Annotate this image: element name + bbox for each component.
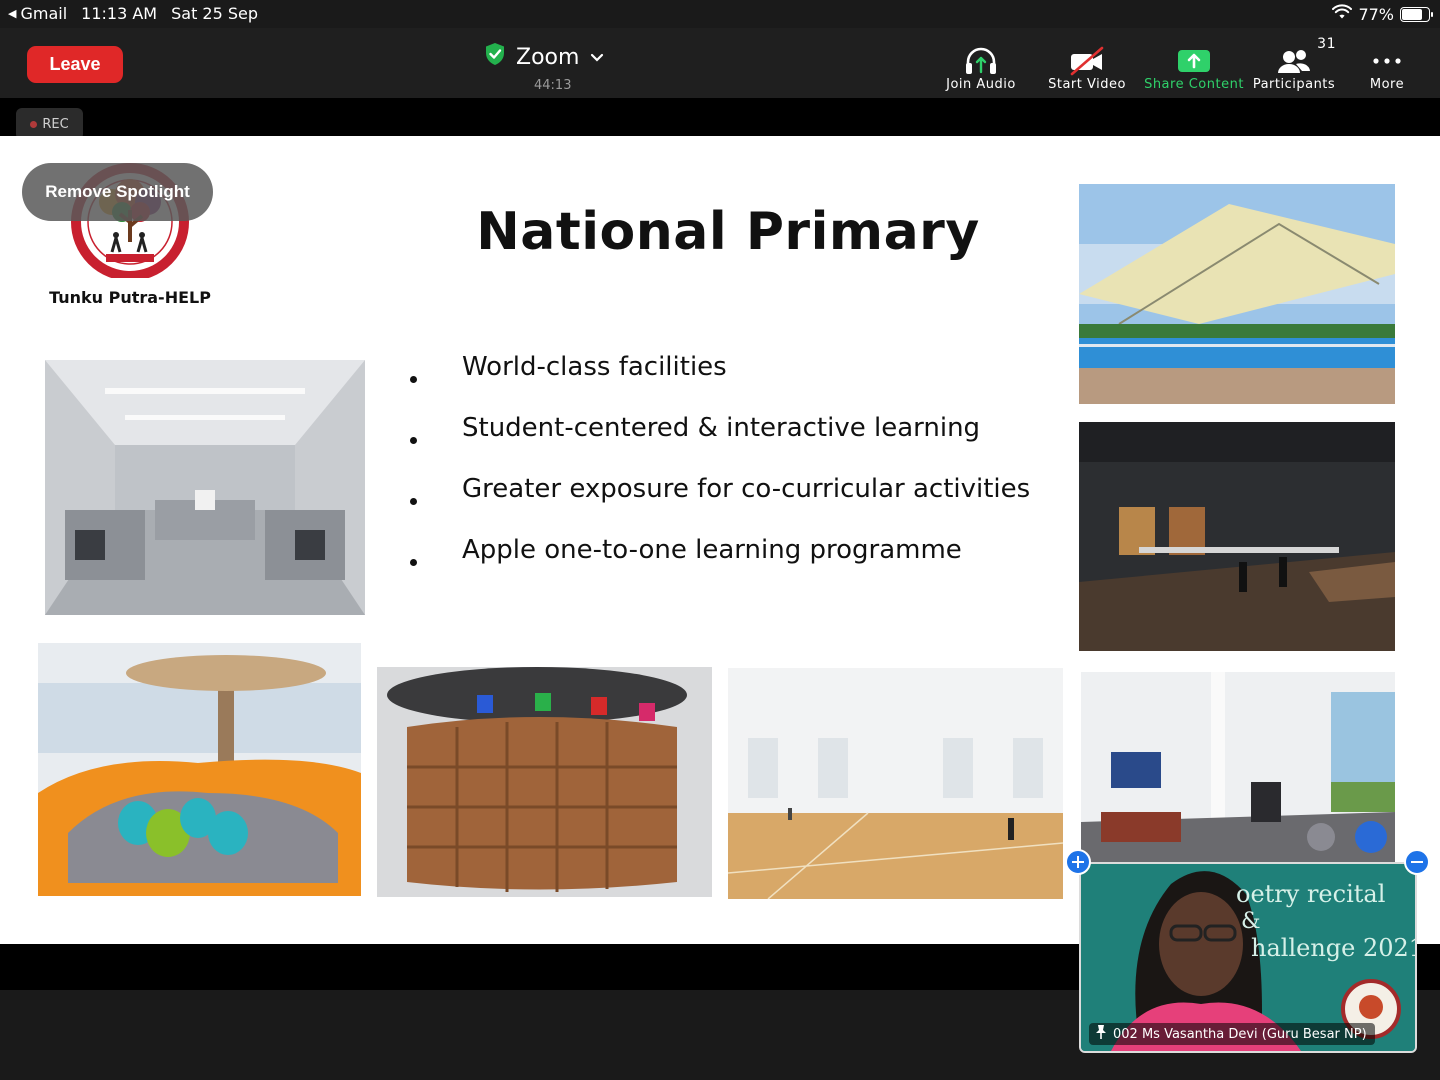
kitchen-lab-photo <box>45 360 365 615</box>
start-video-button[interactable]: Start Video <box>1044 38 1130 92</box>
battery-percent: 77% <box>1358 4 1394 24</box>
pin-icon <box>1095 1024 1107 1044</box>
meeting-info-dropdown[interactable]: Zoom <box>484 42 605 72</box>
gym-photo <box>1081 672 1395 862</box>
join-audio-button[interactable]: Join Audio <box>940 38 1022 92</box>
plus-icon <box>1072 856 1084 868</box>
back-app-label: Gmail <box>20 4 68 23</box>
enlarge-tile-button[interactable] <box>1065 849 1091 875</box>
more-dots-icon <box>1372 45 1402 77</box>
share-screen-icon <box>1177 45 1211 77</box>
headphones-icon <box>963 45 999 77</box>
join-audio-label: Join Audio <box>946 77 1016 92</box>
school-name: Tunku Putra-HELP <box>49 288 211 307</box>
more-label: More <box>1369 77 1405 92</box>
auditorium-photo <box>1079 422 1395 651</box>
participants-button[interactable]: 31 Participants <box>1250 36 1338 92</box>
participants-label: Participants <box>1252 77 1336 92</box>
meeting-title: Zoom <box>516 44 580 70</box>
library-shelves-photo <box>377 667 712 897</box>
participants-icon <box>1276 45 1312 77</box>
chevron-down-icon <box>589 45 605 70</box>
share-content-label: Share Content <box>1144 77 1244 92</box>
bullet-item: Greater exposure for co-curricular activ… <box>404 474 1030 535</box>
wifi-icon <box>1332 4 1353 24</box>
start-video-label: Start Video <box>1048 77 1126 92</box>
video-off-icon <box>1068 45 1106 77</box>
recording-label: REC <box>42 116 69 132</box>
backdrop-text-line-2: & <box>1241 909 1261 934</box>
reading-lounge-photo <box>38 643 361 896</box>
shrink-tile-button[interactable] <box>1404 849 1430 875</box>
swimming-pool-photo <box>1079 184 1395 404</box>
status-bar: ◀ Gmail 11:13 AM Sat 25 Sep 77% <box>0 0 1440 28</box>
remove-spotlight-button[interactable]: Remove Spotlight <box>22 163 213 221</box>
share-content-button[interactable]: Share Content <box>1144 38 1244 92</box>
battery-icon <box>1400 6 1433 22</box>
sports-hall-photo <box>728 668 1063 899</box>
bullet-item: World-class facilities <box>404 352 1030 413</box>
status-date: Sat 25 Sep <box>171 4 259 23</box>
shield-check-icon <box>484 42 506 72</box>
leave-button[interactable]: Leave <box>27 46 123 83</box>
slide-bullet-list: World-class facilities Student-centered … <box>404 352 1030 596</box>
more-button[interactable]: More <box>1360 38 1414 92</box>
backdrop-text-line-3: hallenge 2021 <box>1251 934 1415 962</box>
bullet-item: Apple one-to-one learning programme <box>404 535 1030 596</box>
recording-dot-icon <box>30 120 38 128</box>
backdrop-text-line-1: oetry recital <box>1236 880 1385 908</box>
meeting-toolbar: Leave Zoom 44:13 Join Audio Start Video <box>0 28 1440 98</box>
back-triangle-icon: ◀ <box>8 7 17 20</box>
status-time: 11:13 AM <box>81 4 158 23</box>
participant-name-tag: 002 Ms Vasantha Devi (Guru Besar NP) <box>1089 1023 1375 1045</box>
shared-slide: Tunku Putra-HELP National Primary World-… <box>0 136 1440 944</box>
back-to-app[interactable]: ◀ Gmail <box>8 4 67 23</box>
participants-count: 31 <box>1317 36 1336 52</box>
recording-strip: REC <box>0 98 1440 140</box>
bullet-item: Student-centered & interactive learning <box>404 413 1030 474</box>
participant-video-tile[interactable]: oetry recital & hallenge 2021 002 Ms Vas… <box>1079 862 1417 1053</box>
zoom-meeting-screen: ◀ Gmail 11:13 AM Sat 25 Sep 77% Leave Zo… <box>0 0 1440 1080</box>
participant-name: 002 Ms Vasantha Devi (Guru Besar NP) <box>1113 1026 1367 1042</box>
minus-icon <box>1411 861 1423 863</box>
meeting-timer: 44:13 <box>534 78 572 93</box>
